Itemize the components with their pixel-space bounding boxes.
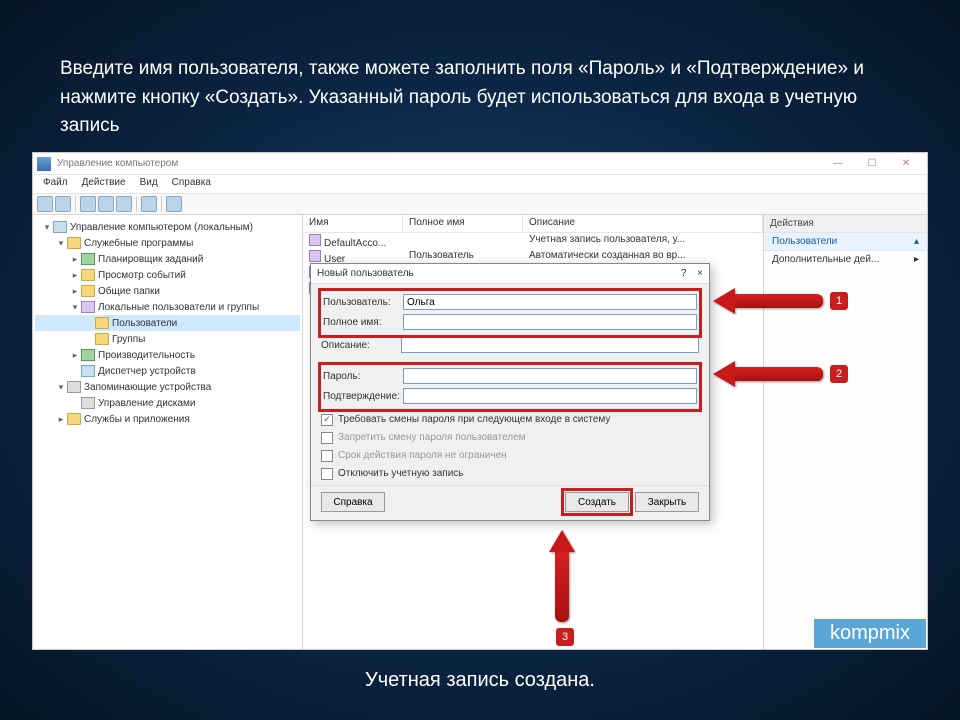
list-row[interactable]: DefaultAcco...Учетная запись пользовател…	[303, 233, 763, 249]
badge-3: 3	[556, 628, 574, 646]
instruction-text: Введите имя пользователя, также можете з…	[0, 0, 960, 151]
close-button[interactable]: ✕	[889, 155, 923, 173]
tree-device-manager[interactable]: Диспетчер устройств	[35, 363, 300, 379]
menu-view[interactable]: Вид	[140, 177, 158, 193]
red-arrow-3	[549, 530, 575, 622]
maximize-button[interactable]: ☐	[855, 155, 889, 173]
tree-performance[interactable]: ▸Производительность	[35, 347, 300, 363]
description-field[interactable]	[401, 337, 699, 353]
confirm-password-field[interactable]	[403, 388, 697, 404]
actions-users-link[interactable]: Пользователи▴	[764, 233, 927, 251]
toolbar-back-icon[interactable]	[37, 196, 53, 212]
dialog-titlebar: Новый пользователь ? ×	[311, 264, 709, 284]
menu-action[interactable]: Действие	[82, 177, 126, 193]
tree-system-tools[interactable]: ▾Служебные программы	[35, 235, 300, 251]
minimize-button[interactable]: —	[821, 155, 855, 173]
toolbar-icon[interactable]	[80, 196, 96, 212]
fullname-field[interactable]	[403, 314, 697, 330]
badge-1: 1	[830, 292, 848, 310]
column-fullname[interactable]: Полное имя	[403, 215, 523, 232]
label-confirm: Подтверждение:	[323, 391, 403, 402]
tree-event-viewer[interactable]: ▸Просмотр событий	[35, 267, 300, 283]
toolbar-sep	[136, 196, 137, 212]
checkbox-disable[interactable]: Отключить учетную запись	[321, 466, 699, 481]
create-button[interactable]: Создать	[565, 492, 629, 512]
user-icon	[309, 250, 321, 262]
column-name[interactable]: Имя	[303, 215, 403, 232]
toolbar-refresh-icon[interactable]	[141, 196, 157, 212]
checkbox-icon	[321, 450, 333, 462]
toolbar	[33, 193, 927, 215]
highlight-username-fullname: Пользователь: Полное имя:	[321, 291, 699, 335]
checkbox-mustchange[interactable]: ✓Требовать смены пароля при следующем вх…	[321, 412, 699, 427]
menu-help[interactable]: Справка	[172, 177, 211, 193]
username-field[interactable]	[403, 294, 697, 310]
label-password: Пароль:	[323, 371, 403, 382]
app-icon	[37, 157, 51, 171]
toolbar-sep	[161, 196, 162, 212]
watermark: kompmix	[814, 619, 926, 648]
red-arrow-2	[713, 361, 823, 387]
help-button[interactable]: Справка	[321, 492, 385, 512]
checkbox-icon: ✓	[321, 414, 333, 426]
actions-more-link[interactable]: Дополнительные дей...▸	[764, 251, 927, 268]
close-dialog-button[interactable]: Закрыть	[635, 492, 699, 512]
user-icon	[309, 234, 321, 246]
list-header: Имя Полное имя Описание	[303, 215, 763, 233]
checkbox-icon	[321, 468, 333, 480]
toolbar-icon[interactable]	[98, 196, 114, 212]
checkbox-icon	[321, 432, 333, 444]
label-description: Описание:	[321, 340, 401, 351]
tree-local-users-groups[interactable]: ▾Локальные пользователи и группы	[35, 299, 300, 315]
dialog-help-button[interactable]: ?	[681, 268, 687, 279]
tree-root[interactable]: ▾Управление компьютером (локальным)	[35, 219, 300, 235]
badge-2: 2	[830, 365, 848, 383]
window-title: Управление компьютером	[57, 158, 821, 169]
menu-file[interactable]: Файл	[43, 177, 68, 193]
highlight-password: Пароль: Подтверждение:	[321, 365, 699, 409]
tree-shared-folders[interactable]: ▸Общие папки	[35, 283, 300, 299]
password-field[interactable]	[403, 368, 697, 384]
tree-services-apps[interactable]: ▸Службы и приложения	[35, 411, 300, 427]
actions-pane: Действия Пользователи▴ Дополнительные де…	[763, 215, 927, 649]
new-user-dialog: Новый пользователь ? × Пользователь: Пол…	[310, 263, 710, 521]
tree-groups[interactable]: Группы	[35, 331, 300, 347]
tree-storage[interactable]: ▾Запоминающие устройства	[35, 379, 300, 395]
titlebar: Управление компьютером — ☐ ✕	[33, 153, 927, 175]
toolbar-forward-icon[interactable]	[55, 196, 71, 212]
toolbar-help-icon[interactable]	[166, 196, 182, 212]
result-caption: Учетная запись создана.	[0, 669, 960, 692]
label-username: Пользователь:	[323, 297, 403, 308]
dialog-close-button[interactable]: ×	[697, 268, 703, 279]
menubar: Файл Действие Вид Справка	[33, 175, 927, 193]
tree-disk-management[interactable]: Управление дисками	[35, 395, 300, 411]
tree-task-scheduler[interactable]: ▸Планировщик заданий	[35, 251, 300, 267]
checkbox-noexpire: Срок действия пароля не ограничен	[321, 448, 699, 463]
dialog-title: Новый пользователь	[317, 268, 414, 279]
red-arrow-1	[713, 288, 823, 314]
tree-pane: ▾Управление компьютером (локальным) ▾Слу…	[33, 215, 303, 649]
checkbox-nochange: Запретить смену пароля пользователем	[321, 430, 699, 445]
label-fullname: Полное имя:	[323, 317, 403, 328]
actions-header: Действия	[764, 215, 927, 233]
column-description[interactable]: Описание	[523, 215, 763, 232]
toolbar-sep	[75, 196, 76, 212]
tree-users[interactable]: Пользователи	[35, 315, 300, 331]
toolbar-icon[interactable]	[116, 196, 132, 212]
